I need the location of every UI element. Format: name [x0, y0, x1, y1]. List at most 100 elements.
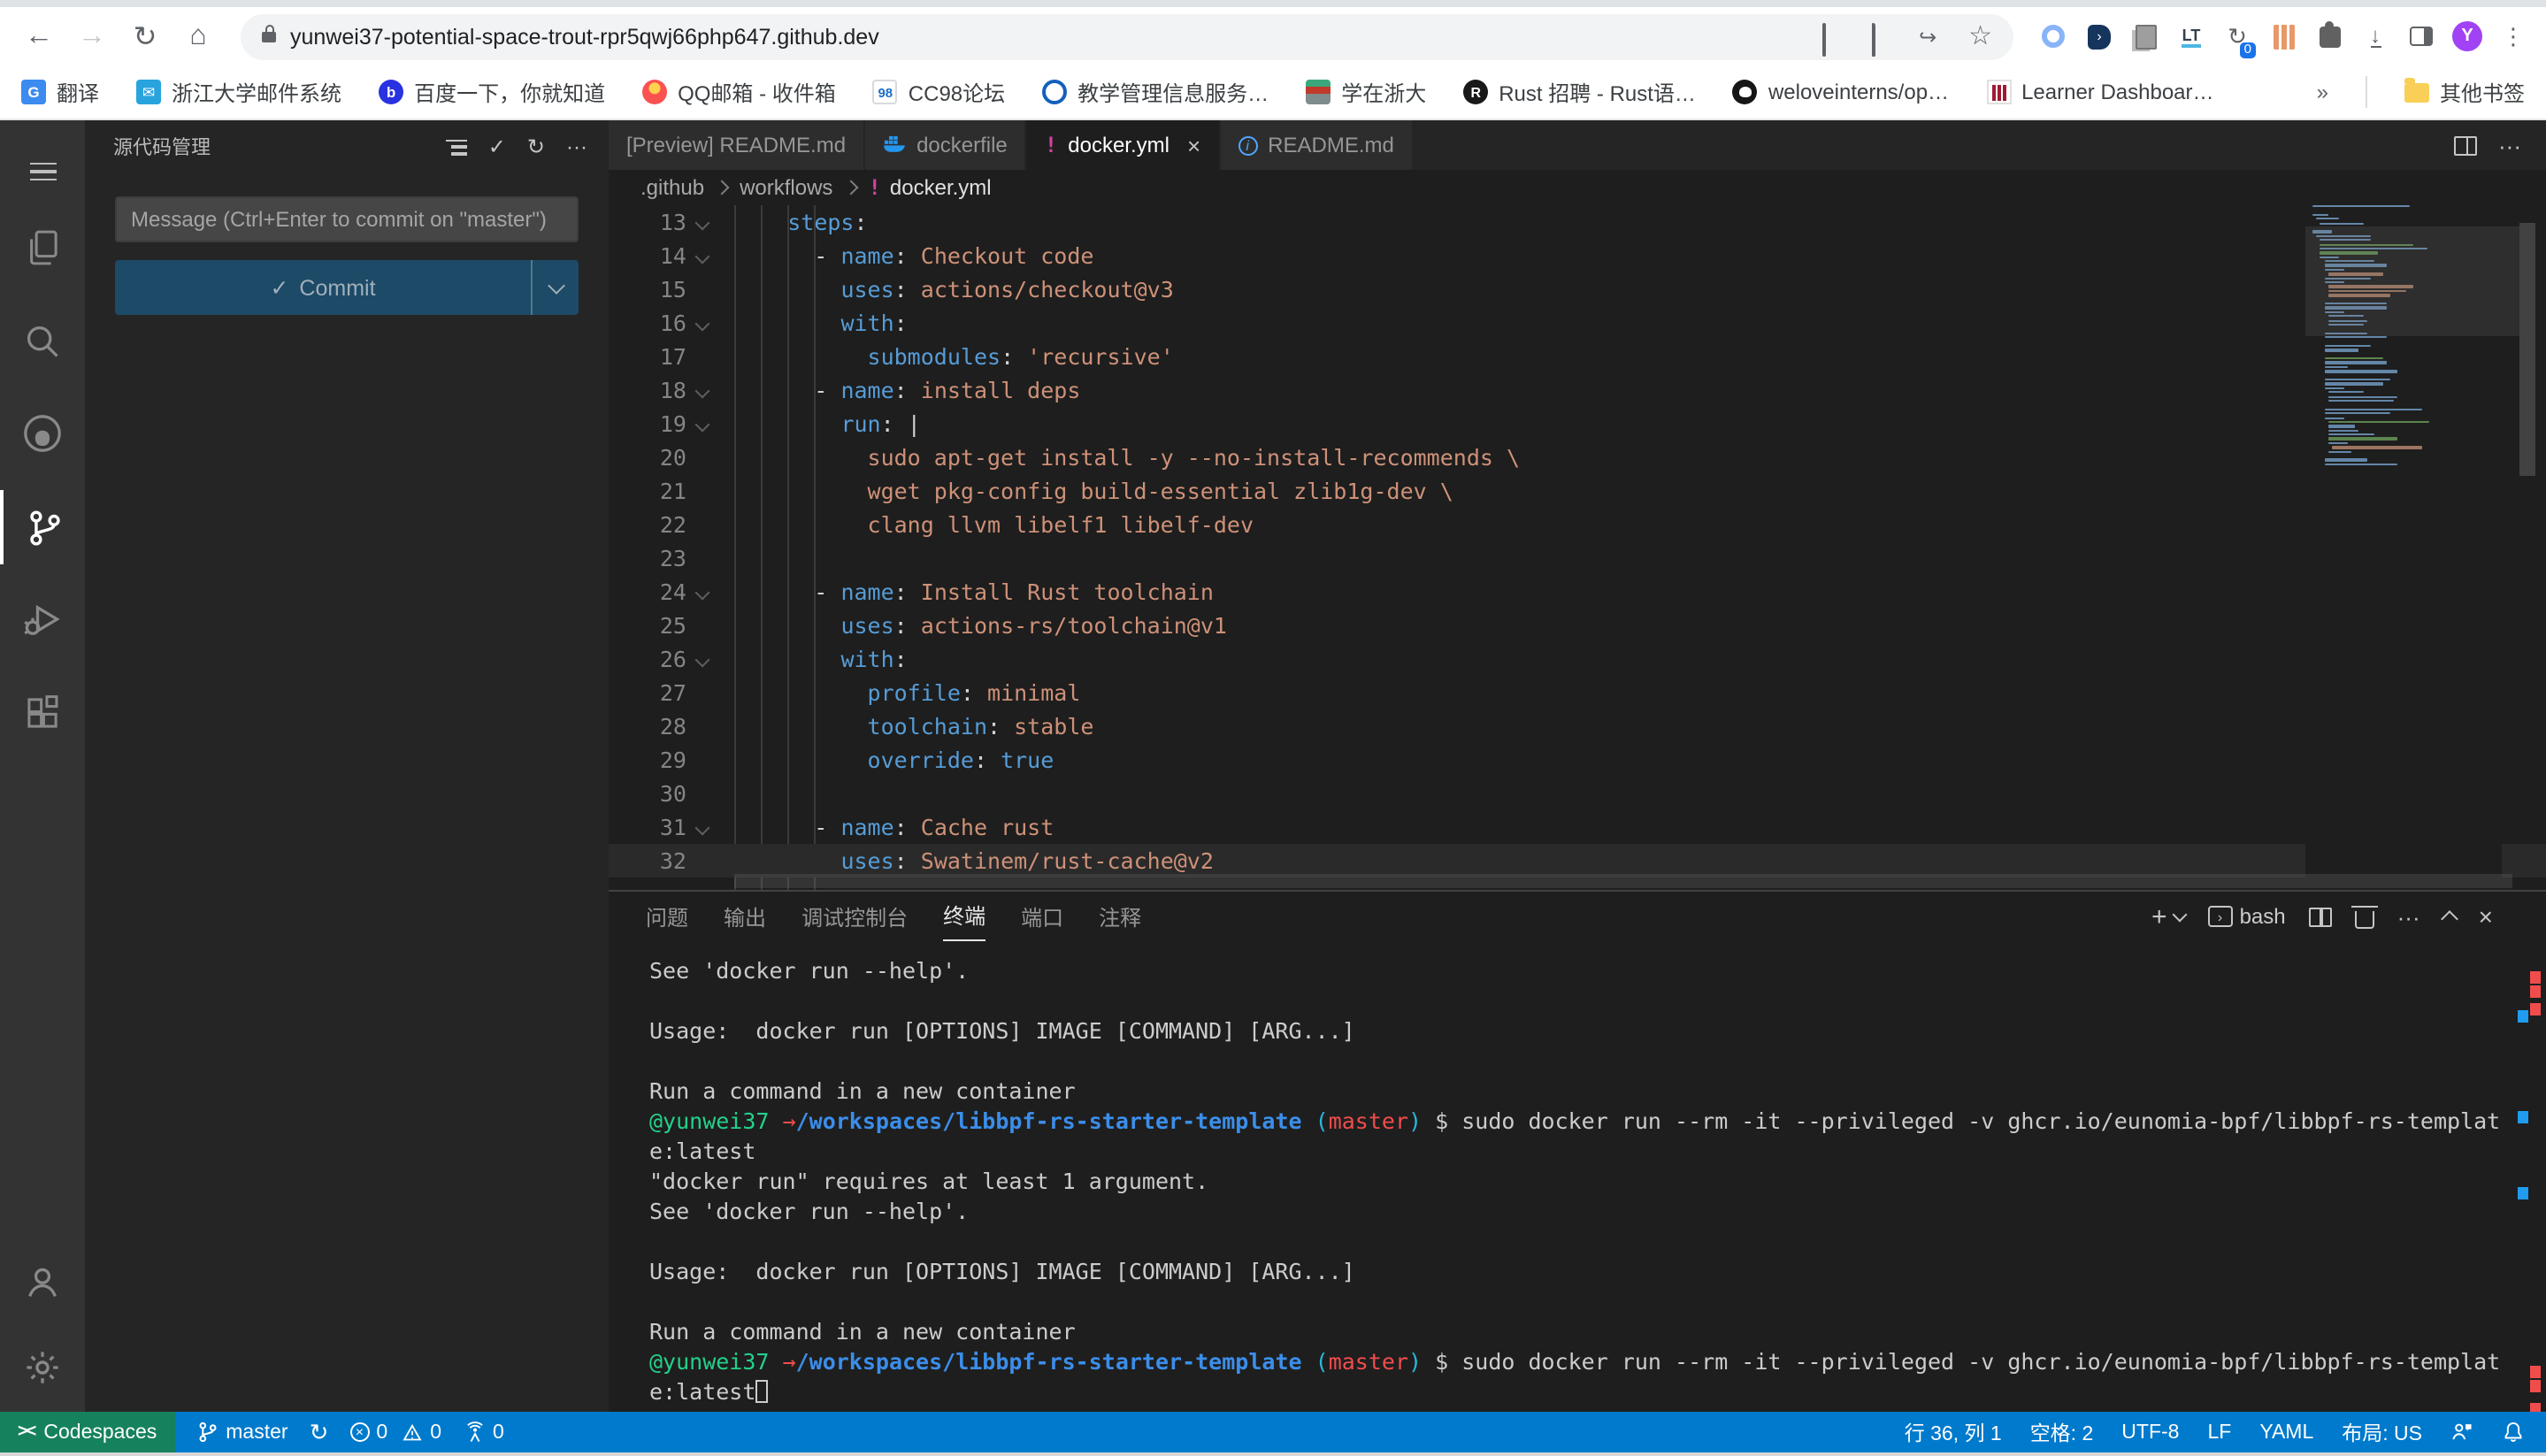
tab-docker-yml[interactable]: !docker.yml× — [1027, 120, 1220, 170]
address-bar[interactable]: yunwei37-potential-space-trout-rpr5qwj66… — [241, 13, 2013, 59]
view-as-tree-icon[interactable] — [446, 139, 467, 155]
reload-button[interactable]: ↻ — [124, 15, 166, 57]
home-button[interactable]: ⌂ — [177, 15, 219, 57]
code-line-26[interactable]: 26 with: — [609, 642, 2546, 676]
refresh-icon[interactable]: ↻ — [527, 136, 545, 157]
downloads-icon[interactable]: ↓ — [2360, 21, 2390, 51]
sync-extension-icon[interactable]: ↻0 — [2222, 21, 2252, 51]
clipboard-icon[interactable] — [1820, 24, 1844, 49]
kill-terminal-icon[interactable] — [2355, 910, 2374, 928]
commit-message-input[interactable] — [117, 198, 577, 241]
fold-chevron-icon[interactable] — [695, 249, 710, 264]
pencils-extension-icon[interactable] — [2268, 21, 2298, 51]
code-line-30[interactable]: 30 — [609, 777, 2546, 810]
fold-chevron-icon[interactable] — [695, 653, 710, 668]
bookmark-item[interactable]: ✉浙江大学邮件系统 — [136, 77, 341, 107]
share-icon[interactable]: ↪ — [1919, 24, 1944, 49]
code-line-23[interactable]: 23 — [609, 541, 2546, 575]
account-icon[interactable] — [0, 1245, 85, 1320]
terminal[interactable]: See 'docker run --help'.Usage: docker ru… — [609, 945, 2546, 1412]
code-line-29[interactable]: 29 override: true — [609, 743, 2546, 777]
bookmark-item[interactable]: 98CC98论坛 — [873, 77, 1005, 107]
forward-button[interactable]: → — [71, 15, 113, 57]
keyboard-layout[interactable]: 布局: US — [2342, 1418, 2422, 1446]
languagetool-icon[interactable]: LT — [2176, 21, 2206, 51]
code-line-22[interactable]: 22 clang llvm libelf1 libelf-dev — [609, 508, 2546, 541]
problems-indicator[interactable]: × 0 0 — [349, 1422, 441, 1443]
settings-gear-icon[interactable] — [0, 1330, 85, 1405]
fold-chevron-icon[interactable] — [695, 216, 710, 231]
vertical-scrollbar[interactable] — [2519, 223, 2535, 476]
panel-tab-问题[interactable]: 问题 — [646, 892, 688, 941]
side-panel-icon[interactable] — [2406, 21, 2436, 51]
bookmarks-overflow-icon[interactable]: » — [2317, 80, 2328, 104]
bookmark-item[interactable]: weloveinterns/op… — [1733, 80, 1949, 104]
sync-indicator[interactable]: ↻ — [310, 1418, 329, 1446]
code-line-28[interactable]: 28 toolchain: stable — [609, 709, 2546, 743]
panel-tab-注释[interactable]: 注释 — [1099, 892, 1141, 941]
fold-chevron-icon[interactable] — [695, 821, 710, 836]
bookmark-item[interactable]: Learner Dashboar… — [1986, 80, 2213, 104]
code-line-19[interactable]: 19 run: | — [609, 407, 2546, 441]
editor-more-icon[interactable]: ··· — [2498, 132, 2521, 158]
tab--preview-readme-md[interactable]: [Preview] README.md — [609, 120, 865, 170]
tab-readme-md[interactable]: iREADME.md — [1220, 120, 1414, 170]
breadcrumb-file[interactable]: docker.yml — [890, 175, 992, 200]
code-line-21[interactable]: 21 wget pkg-config build-essential zlib1… — [609, 474, 2546, 508]
code-line-13[interactable]: 13 steps: — [609, 205, 2546, 239]
new-terminal-button[interactable]: + — [2151, 901, 2185, 931]
back-button[interactable]: ← — [18, 15, 60, 57]
extension-pages-icon[interactable] — [2130, 21, 2160, 51]
bookmark-item[interactable]: b百度一下，你就知道 — [379, 77, 605, 107]
notifications-bell-icon[interactable] — [2502, 1421, 2525, 1444]
code-line-15[interactable]: 15 uses: actions/checkout@v3 — [609, 272, 2546, 306]
extension-donut-icon[interactable] — [2038, 21, 2068, 51]
code-line-14[interactable]: 14 - name: Checkout code — [609, 239, 2546, 272]
split-terminal-icon[interactable] — [2309, 907, 2332, 926]
run-debug-icon[interactable] — [0, 582, 85, 656]
extension-shield-icon[interactable]: › — [2084, 21, 2114, 51]
indentation[interactable]: 空格: 2 — [2030, 1418, 2094, 1446]
bookmark-item[interactable]: 学在浙大 — [1306, 77, 1426, 107]
bookmark-item[interactable]: 教学管理信息服务… — [1042, 77, 1269, 107]
extensions-icon[interactable] — [0, 676, 85, 750]
breadcrumb-github[interactable]: .github — [640, 175, 704, 200]
search-icon[interactable] — [0, 304, 85, 379]
tab-dockerfile[interactable]: dockerfile — [865, 120, 1027, 170]
fold-chevron-icon[interactable] — [695, 317, 710, 332]
explorer-icon[interactable] — [0, 211, 85, 285]
bookmark-item[interactable]: QQ邮箱 - 收件箱 — [642, 77, 836, 107]
code-line-18[interactable]: 18 - name: install deps — [609, 373, 2546, 407]
code-line-25[interactable]: 25 uses: actions-rs/toolchain@v1 — [609, 609, 2546, 642]
terminal-shell-selector[interactable]: ›bash — [2208, 904, 2286, 929]
split-editor-icon[interactable] — [2454, 135, 2477, 155]
url-text[interactable]: yunwei37-potential-space-trout-rpr5qwj66… — [290, 24, 879, 49]
close-panel-icon[interactable]: × — [2479, 902, 2493, 931]
code-line-20[interactable]: 20 sudo apt-get install -y --no-install-… — [609, 441, 2546, 474]
panel-tab-端口[interactable]: 端口 — [1021, 892, 1063, 941]
eol-sequence[interactable]: LF — [2207, 1422, 2231, 1443]
branch-indicator[interactable]: master — [196, 1421, 288, 1444]
profile-avatar[interactable]: Y — [2452, 21, 2482, 51]
browser-menu-icon[interactable]: ⋮ — [2498, 21, 2528, 51]
remote-indicator[interactable]: >< Codespaces — [0, 1412, 174, 1452]
other-bookmarks[interactable]: 其他书签 — [2404, 77, 2525, 107]
cursor-position[interactable]: 行 36, 列 1 — [1905, 1418, 2002, 1446]
commit-check-icon[interactable]: ✓ — [488, 136, 506, 157]
minimap-slider[interactable] — [2305, 226, 2519, 336]
feedback-icon[interactable] — [2450, 1421, 2473, 1444]
open-in-new-icon[interactable] — [1869, 24, 1894, 49]
close-icon[interactable]: × — [1187, 132, 1200, 158]
language-mode[interactable]: YAML — [2259, 1422, 2313, 1443]
bookmark-star-icon[interactable]: ☆ — [1968, 24, 1992, 49]
scm-more-icon[interactable]: ··· — [566, 136, 587, 157]
code-editor[interactable]: 13 steps:14 - name: Checkout code15 uses… — [609, 205, 2546, 890]
code-line-32[interactable]: 32 uses: Swatinem/rust-cache@v2 — [609, 844, 2546, 877]
extensions-puzzle-icon[interactable] — [2314, 21, 2344, 51]
github-icon[interactable] — [0, 396, 85, 471]
bookmark-item[interactable]: G翻译 — [21, 77, 99, 107]
commit-dropdown-button[interactable] — [531, 260, 579, 315]
panel-tab-输出[interactable]: 输出 — [724, 892, 766, 941]
breadcrumb-workflows[interactable]: workflows — [740, 175, 832, 200]
fold-chevron-icon[interactable] — [695, 384, 710, 399]
